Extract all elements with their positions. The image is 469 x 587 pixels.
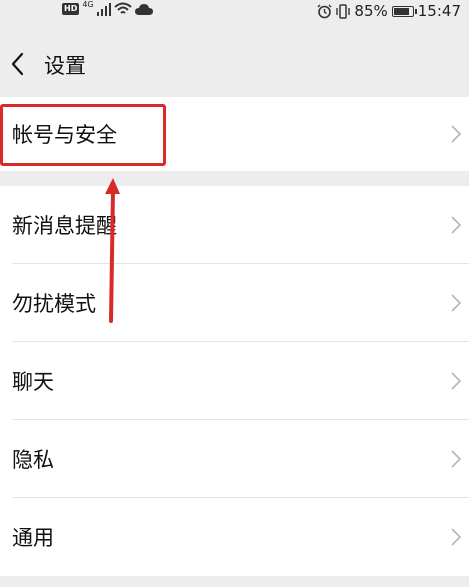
chevron-right-icon xyxy=(451,125,462,143)
page-title: 设置 xyxy=(44,54,86,78)
settings-item-label: 勿扰模式 xyxy=(12,292,96,316)
settings-screen: HD 4G 85% 15:47 设置 帐号与安全 新消息提醒 勿扰模式 聊天 隐… xyxy=(0,0,469,587)
settings-item-privacy[interactable]: 隐私 xyxy=(0,420,469,498)
settings-item-account-security[interactable]: 帐号与安全 xyxy=(0,97,469,171)
settings-item-label: 隐私 xyxy=(12,448,54,472)
alarm-icon xyxy=(317,4,332,18)
status-bar: HD 4G 85% 15:47 xyxy=(0,0,469,24)
settings-item-label: 聊天 xyxy=(12,370,54,394)
status-left: HD 4G xyxy=(62,0,153,16)
chevron-right-icon xyxy=(451,372,462,390)
hd-badge: HD xyxy=(62,3,80,15)
settings-group-account: 帐号与安全 xyxy=(0,97,469,171)
cloud-icon xyxy=(134,3,153,15)
settings-item-general[interactable]: 通用 xyxy=(0,498,469,576)
chevron-right-icon xyxy=(451,528,462,546)
settings-item-chat[interactable]: 聊天 xyxy=(0,342,469,420)
settings-item-do-not-disturb[interactable]: 勿扰模式 xyxy=(0,264,469,342)
chevron-right-icon xyxy=(451,216,462,234)
network-type-label: 4G xyxy=(82,0,94,9)
settings-item-notifications[interactable]: 新消息提醒 xyxy=(0,186,469,264)
battery-percent: 85% xyxy=(354,2,388,20)
battery-fill xyxy=(393,7,409,15)
status-right: 85% 15:47 xyxy=(317,2,461,20)
settings-item-label: 新消息提醒 xyxy=(12,214,117,238)
header: 设置 xyxy=(0,34,469,94)
settings-group-general: 新消息提醒 勿扰模式 聊天 隐私 通用 xyxy=(0,186,469,576)
settings-item-label: 帐号与安全 xyxy=(12,123,117,147)
status-time: 15:47 xyxy=(417,2,461,20)
back-arrow-icon[interactable] xyxy=(6,48,32,80)
battery-icon xyxy=(391,5,417,17)
wifi-icon xyxy=(113,2,132,14)
chevron-right-icon xyxy=(451,294,462,312)
chevron-right-icon xyxy=(451,450,462,468)
settings-item-label: 通用 xyxy=(12,526,54,550)
vibrate-icon xyxy=(336,3,351,19)
signal-icon xyxy=(96,2,111,16)
